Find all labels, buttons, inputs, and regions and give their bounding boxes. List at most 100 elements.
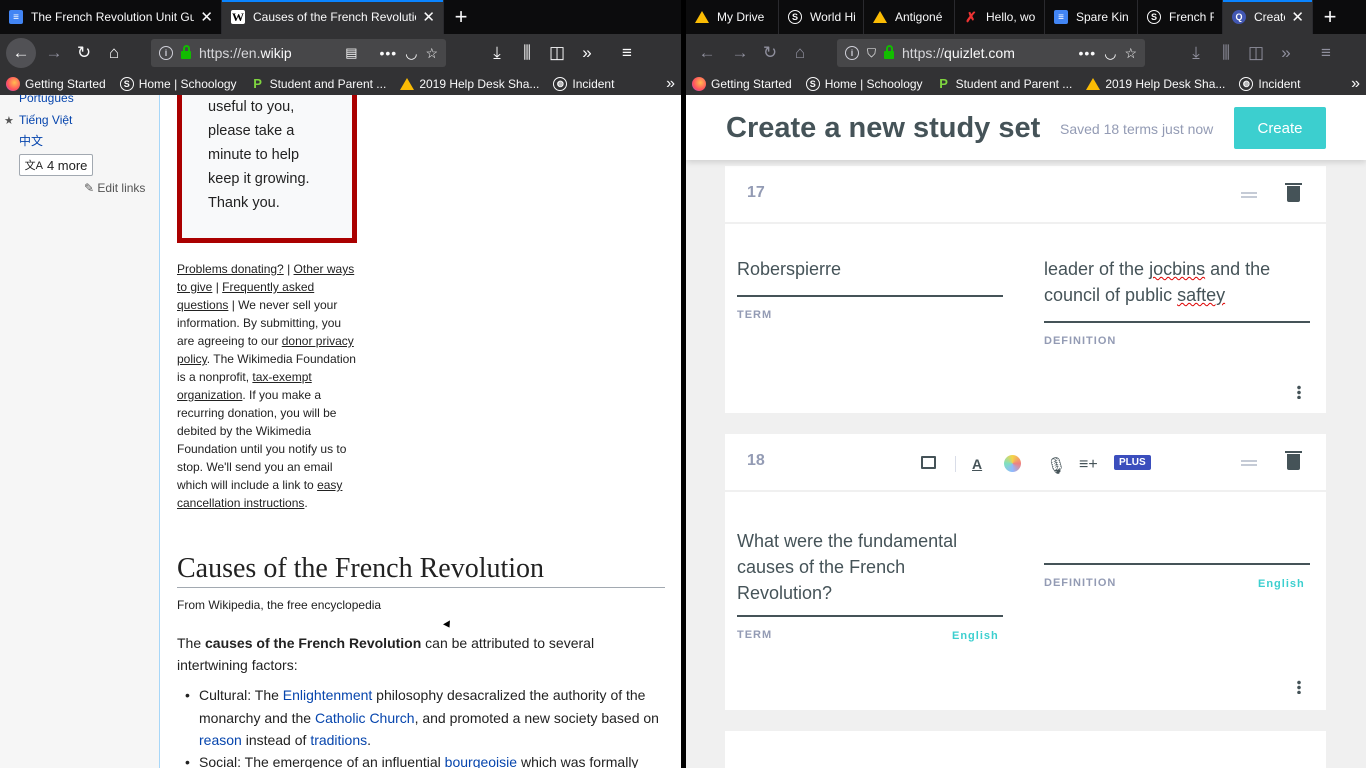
bourgeoisie-link[interactable]: bourgeoisie (445, 754, 517, 768)
home-button[interactable]: ⌂ (785, 38, 815, 68)
more-options-icon[interactable] (1297, 680, 1301, 694)
lang-link-chinese[interactable]: 中文 (19, 132, 43, 149)
firefox-icon (6, 76, 20, 91)
pocket-icon[interactable]: ◡ (1104, 45, 1116, 62)
url-bar[interactable]: i ⛉ https://quizlet.com ••• ◡ ☆ (837, 39, 1145, 67)
close-tab-icon[interactable]: ✕ (200, 8, 213, 26)
toolbar-separator (955, 456, 956, 472)
home-button[interactable]: ⌂ (99, 38, 129, 68)
close-tab-icon[interactable]: ✕ (422, 8, 435, 26)
traditions-link[interactable]: traditions (310, 732, 367, 748)
sidebar-toggle-icon[interactable]: ◫ (1241, 38, 1271, 68)
site-info-icon[interactable]: i (159, 46, 173, 60)
library-icon[interactable]: ⫼ (512, 38, 542, 68)
tab-spare-kin[interactable]: ≡ Spare Kin (1045, 0, 1138, 34)
tab-my-drive[interactable]: My Drive (686, 0, 779, 34)
study-set-editor: Create a new study set Saved 18 terms ju… (686, 95, 1366, 768)
bookmark-student-parent[interactable]: P Student and Parent ... (251, 76, 386, 91)
lang-link-vietnamese[interactable]: Tiếng Việt (19, 113, 72, 127)
more-languages-button[interactable]: 文A 4 more (19, 154, 93, 176)
overflow-chevron-icon[interactable]: » (572, 38, 602, 68)
bookmark-help-desk[interactable]: 2019 Help Desk Sha... (1086, 77, 1225, 91)
card-toolbar: 18 A 🎙 ≡+ PLUS (725, 434, 1326, 492)
bookmark-help-desk[interactable]: 2019 Help Desk Sha... (400, 77, 539, 91)
reason-link[interactable]: reason (199, 732, 242, 748)
downloads-icon[interactable]: ⤓ (1181, 38, 1211, 68)
term-language-selector[interactable]: English (952, 630, 999, 642)
tab-hello-world[interactable]: ✗ Hello, wo (955, 0, 1045, 34)
edit-links-link[interactable]: ✎ Edit links (84, 181, 145, 195)
tab-french-re[interactable]: SFrench Re (1138, 0, 1223, 34)
problems-donating-link[interactable]: Problems donating? (177, 262, 284, 276)
quizlet-icon: Q (1231, 9, 1247, 25)
site-info-icon[interactable]: i (845, 46, 859, 60)
quizlet-page: Create a new study set Saved 18 terms ju… (686, 95, 1366, 768)
bookmark-getting-started[interactable]: Getting Started (6, 76, 106, 91)
schoology-icon: S (805, 76, 820, 91)
library-icon[interactable]: ⫼ (1211, 38, 1241, 68)
bookmark-schoology[interactable]: S Home | Schoology (805, 76, 923, 91)
image-icon[interactable] (921, 456, 936, 469)
bookmarks-overflow-chevron-icon[interactable]: » (1351, 75, 1360, 93)
add-to-list-icon[interactable]: ≡+ (1079, 456, 1098, 474)
drag-handle-icon[interactable] (1241, 460, 1257, 466)
catholic-church-link[interactable]: Catholic Church (315, 710, 415, 726)
forward-button[interactable]: → (725, 38, 755, 68)
definition-field[interactable] (1044, 528, 1310, 554)
bookmark-incident[interactable]: ◍ Incident (553, 76, 614, 91)
term-field[interactable]: Roberspierre (737, 256, 841, 282)
new-tab-button[interactable]: + (444, 0, 478, 34)
bookmark-star-icon[interactable]: ☆ (425, 45, 438, 62)
tab-antigone[interactable]: Antigoné (864, 0, 955, 34)
new-tab-button[interactable]: + (1313, 0, 1347, 34)
bookmark-incident[interactable]: ◍ Incident (1239, 76, 1300, 91)
forward-button[interactable]: → (39, 38, 69, 68)
sidebar-toggle-icon[interactable]: ◫ (542, 38, 572, 68)
bookmark-star-icon[interactable]: ☆ (1124, 45, 1137, 62)
tracking-shield-icon[interactable]: ⛉ (867, 46, 876, 61)
enlightenment-link[interactable]: Enlightenment (283, 687, 373, 703)
schoology-icon: S (787, 9, 803, 25)
close-tab-icon[interactable]: ✕ (1291, 8, 1304, 26)
trash-icon[interactable] (1285, 183, 1302, 202)
definition-field[interactable]: leader of the jocbins and the council of… (1044, 256, 1310, 308)
pocket-icon[interactable]: ◡ (405, 45, 417, 62)
term-underline (737, 615, 1003, 617)
microphone-icon[interactable]: 🎙 (1046, 456, 1066, 476)
term-field[interactable]: What were the fundamental causes of the … (737, 528, 1003, 606)
back-button[interactable]: ← (6, 38, 36, 68)
pencil-icon: ✎ (84, 181, 95, 195)
reader-view-icon[interactable]: ▤ (345, 45, 357, 61)
hamburger-menu-icon[interactable]: ≡ (1311, 38, 1341, 68)
bookmarks-overflow-chevron-icon[interactable]: » (666, 75, 675, 93)
page-actions-icon[interactable]: ••• (380, 45, 398, 61)
tab-quizlet-create[interactable]: QCreate✕ (1223, 0, 1313, 34)
url-bar[interactable]: i https://en.wikip ▤ ••• ◡ ☆ (151, 39, 446, 67)
lang-link-portuguese[interactable]: Português (19, 95, 74, 105)
bookmark-student-parent[interactable]: P Student and Parent ... (937, 76, 1072, 91)
tab-french-revolution-unit-guide[interactable]: ≡ The French Revolution Unit Gui ✕ (0, 0, 222, 34)
tab-causes-french-revolution[interactable]: W Causes of the French Revolutio ✕ (222, 0, 444, 34)
create-button[interactable]: Create (1234, 107, 1326, 149)
reload-button[interactable]: ↻ (69, 38, 99, 68)
color-palette-icon[interactable] (1004, 455, 1021, 472)
google-docs-icon: ≡ (1053, 9, 1069, 25)
bookmark-schoology[interactable]: S Home | Schoology (119, 76, 237, 91)
text-format-icon[interactable]: A (972, 456, 982, 472)
back-button[interactable]: ← (692, 38, 722, 68)
reload-button[interactable]: ↻ (755, 38, 785, 68)
page-actions-icon[interactable]: ••• (1079, 45, 1097, 61)
definition-language-selector[interactable]: English (1258, 578, 1305, 590)
more-options-icon[interactable] (1297, 385, 1301, 399)
bookmark-getting-started[interactable]: Getting Started (692, 76, 792, 91)
google-drive-icon (872, 9, 888, 25)
plus-badge[interactable]: PLUS (1114, 455, 1151, 470)
trash-icon[interactable] (1285, 451, 1302, 470)
downloads-icon[interactable]: ⤓ (482, 38, 512, 68)
navigation-bar: ← → ↻ ⌂ i ⛉ https://quizlet.com ••• ◡ ☆ … (686, 34, 1366, 72)
drag-handle-icon[interactable] (1241, 192, 1257, 198)
tab-world-history[interactable]: SWorld His (779, 0, 864, 34)
hamburger-menu-icon[interactable]: ≡ (612, 38, 642, 68)
overflow-chevron-icon[interactable]: » (1271, 38, 1301, 68)
term-underline (737, 295, 1003, 297)
